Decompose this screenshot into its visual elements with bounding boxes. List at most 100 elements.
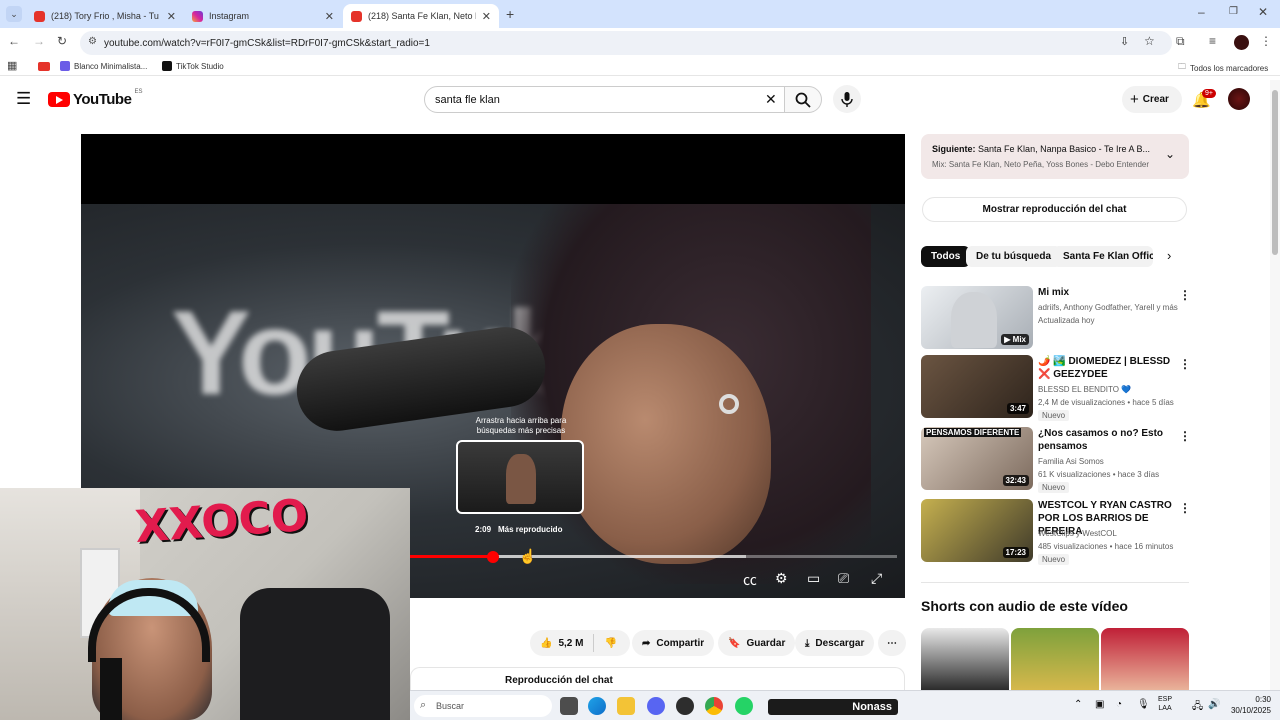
extensions-icon[interactable]: ⧉ [1176,34,1185,49]
short-thumbnail[interactable] [1011,628,1099,690]
taskbar-search[interactable]: ⌕ Buscar [414,695,552,717]
up-next-panel[interactable]: Siguiente: Santa Fe Klan, Nanpa Basico -… [921,134,1189,179]
account-avatar[interactable] [1228,88,1250,110]
tray-chevron-icon[interactable]: ⌃ [1074,699,1082,710]
video-thumbnail[interactable]: ▶ Mix [921,286,1033,349]
site-info-icon[interactable]: ⚙ [88,36,97,47]
thumbs-down-icon[interactable]: 👎 [604,638,616,649]
subtitles-icon[interactable]: ㏄ [743,570,757,590]
edge-icon[interactable] [588,697,606,715]
tab-search-icon[interactable]: ⌄ [6,6,22,22]
short-thumbnail[interactable] [921,628,1009,690]
progress-scrubber[interactable] [486,551,499,563]
window-close-icon[interactable]: ✕ [1258,5,1268,19]
recommended-item[interactable]: 17:23 WESTCOL Y RYAN CASTRO POR LOS BARR… [921,499,1191,565]
language-indicator[interactable]: ESP LAA [1158,695,1172,713]
apps-grid-icon[interactable]: ▦ [7,59,17,72]
thumbnail-figure [951,292,997,348]
clear-search-icon[interactable]: ✕ [765,91,777,108]
download-icon: ⤓ [805,637,810,649]
scrollbar-thumb[interactable] [1272,90,1278,255]
bookmark-item[interactable]: TikTok Studio [162,61,224,71]
tab-1[interactable]: (218) Tory Frio , Misha - Tu Y Yo ✕ [26,4,184,28]
chip-channel[interactable]: Santa Fe Klan Official [1053,246,1153,267]
item-menu-icon[interactable]: ⋮ [1179,357,1191,371]
youtube-icon[interactable] [38,62,50,71]
tab-2[interactable]: Instagram ✕ [184,4,342,28]
search-icon [795,92,811,108]
chrome-icon[interactable] [705,697,723,715]
address-bar[interactable]: ⚙ youtube.com/watch?v=rF0I7-gmCSk&list=R… [80,31,1172,55]
chevron-down-icon[interactable]: ⌄ [1165,147,1175,161]
task-view-icon[interactable] [560,697,578,715]
item-menu-icon[interactable]: ⋮ [1179,288,1191,302]
short-thumbnail[interactable] [1101,628,1189,690]
cast-icon[interactable]: ⎚ [838,570,849,587]
create-button[interactable]: + Crear [1122,86,1182,113]
search-button[interactable] [784,86,822,113]
tab-3-active[interactable]: (218) Santa Fe Klan, Neto Peña ✕ [343,4,499,28]
youtube-logo[interactable]: YouTube ES [48,89,142,108]
thumbs-up-icon[interactable]: 👍 [540,638,552,649]
like-count[interactable]: 5,2 M [558,638,583,649]
page-scrollbar[interactable] [1270,80,1280,690]
install-icon[interactable]: ⇩ [1120,35,1129,48]
tray-app-icon[interactable]: ▣ [1095,699,1104,710]
network-icon[interactable]: 🖧 [1192,699,1203,716]
item-menu-icon[interactable]: ⋮ [1179,429,1191,443]
voice-search-button[interactable] [833,85,861,113]
bookmark-star-icon[interactable]: ☆ [1144,34,1155,48]
new-tab-icon[interactable]: + [506,6,514,22]
bookmark-item[interactable]: Blanco Minimalista... [60,61,147,71]
video-title[interactable]: 🌶️ 🏞️ DIOMEDEZ | BLESSD ❌ GEEZYDEE [1038,355,1178,381]
discord-icon[interactable] [647,697,665,715]
chevron-right-icon[interactable]: › [1167,248,1171,263]
chat-replay-panel[interactable]: Reproducción del chat [410,667,905,690]
instagram-icon [192,10,203,22]
back-icon[interactable]: ← [8,34,20,48]
clock[interactable]: 0:30 30/10/2025 [1225,694,1271,716]
share-button[interactable]: ➦ Compartir [632,630,715,656]
minimize-icon[interactable]: – [1198,5,1205,19]
obs-icon[interactable] [676,697,694,715]
media-icon[interactable]: ≡ [1209,34,1216,48]
close-icon[interactable]: ✕ [482,10,491,23]
wall-graffiti: XXOCO [133,490,310,553]
download-button[interactable]: ⤓ Descargar [795,630,875,656]
maximize-icon[interactable]: ❐ [1229,6,1238,17]
all-bookmarks[interactable]: 🗀 Todos los marcadores [1178,61,1268,75]
item-menu-icon[interactable]: ⋮ [1179,501,1191,515]
more-actions-button[interactable]: ⋯ [878,630,906,656]
theater-mode-icon[interactable]: ▭ [807,570,820,587]
bookmark-label: Blanco Minimalista... [74,61,148,71]
show-chat-replay-button[interactable]: Mostrar reproducción del chat [922,197,1187,222]
save-button[interactable]: 🔖 Guardar [718,630,796,656]
video-title[interactable]: ¿Nos casamos o no? Esto pensamos [1038,427,1178,453]
profile-avatar[interactable] [1234,35,1249,50]
wifi-icon[interactable]: ◔ [1116,699,1122,710]
recommended-item[interactable]: ▶ Mix Mi mix adriifs, Anthony Godfather,… [921,286,1191,350]
recommended-item[interactable]: 3:47 🌶️ 🏞️ DIOMEDEZ | BLESSD ❌ GEEZYDEE … [921,355,1191,421]
settings-gear-icon[interactable]: ⚙ [775,570,788,587]
new-badge: Nuevo [1038,482,1070,493]
close-icon[interactable]: ✕ [167,10,176,23]
fullscreen-icon[interactable]: ⤢ [871,570,882,587]
menu-kebab-icon[interactable]: ⋮ [1260,34,1272,48]
close-icon[interactable]: ✕ [325,10,334,23]
file-explorer-icon[interactable] [617,697,635,715]
whatsapp-icon[interactable] [735,697,753,715]
video-thumbnail[interactable]: PENSAMOS DIFERENTE 32:43 [921,427,1033,490]
chip-from-search[interactable]: De tu búsqueda [966,246,1062,267]
recommended-item[interactable]: PENSAMOS DIFERENTE 32:43 ¿Nos casamos o … [921,427,1191,493]
microphone-tray-icon[interactable]: 🎙 [1137,699,1150,710]
reload-icon[interactable]: ↻ [57,34,67,48]
video-thumbnail[interactable]: 3:47 [921,355,1033,418]
volume-icon[interactable]: 🔊 [1208,699,1220,710]
video-title[interactable]: Mi mix [1038,286,1178,299]
forward-icon[interactable]: → [33,34,45,48]
bookmark-label: TikTok Studio [176,61,224,71]
search-input[interactable]: santa fle klan ✕ [424,86,786,113]
hamburger-menu-icon[interactable]: ☰ [16,89,31,109]
video-thumbnail[interactable]: 17:23 [921,499,1033,562]
chip-all[interactable]: Todos [921,246,971,267]
